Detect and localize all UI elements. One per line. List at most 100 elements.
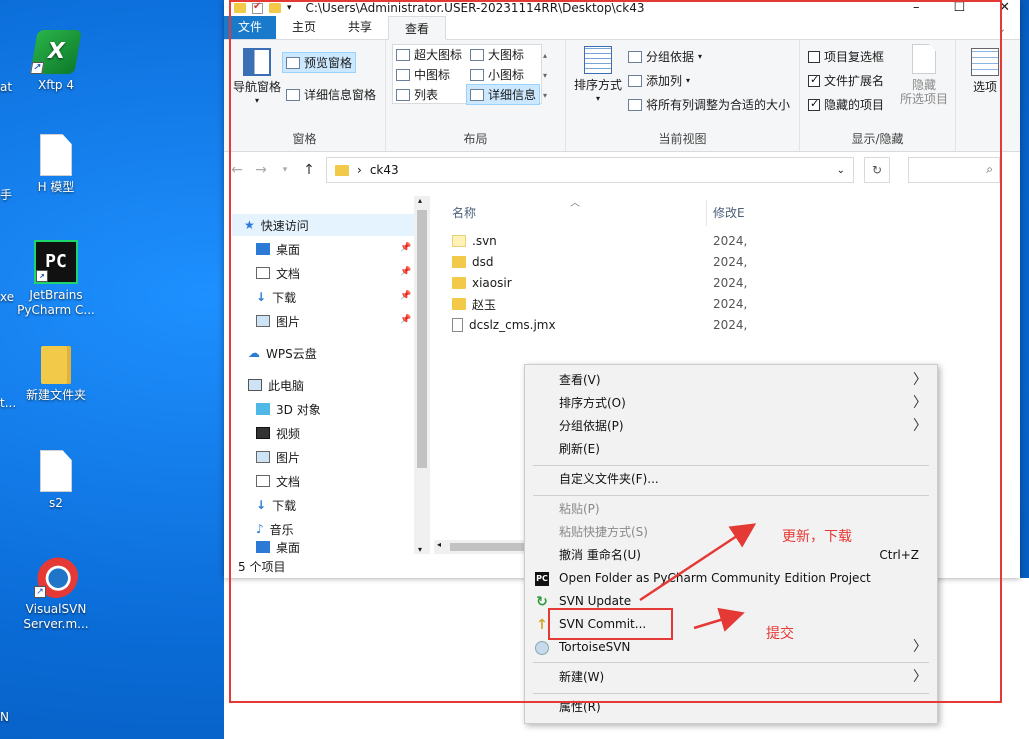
item-checkboxes-toggle[interactable]: 项目复选框: [808, 48, 884, 65]
desktop-icon-xftp[interactable]: X ↗ Xftp 4: [16, 30, 96, 93]
tab-home[interactable]: 主页: [276, 15, 332, 39]
column-separator[interactable]: [706, 200, 707, 226]
nav-desktop-pc[interactable]: 桌面: [256, 540, 300, 554]
layout-medium-icons[interactable]: 中图标: [396, 66, 450, 83]
pycharm-icon: PC ↗: [34, 240, 78, 284]
menu-item-properties[interactable]: 属性(R): [525, 696, 937, 719]
nav-this-pc[interactable]: 此电脑: [248, 374, 304, 396]
layout-gallery-scroll[interactable]: ▴ ▾ ▾: [543, 46, 547, 106]
forward-arrow-icon[interactable]: →: [254, 162, 268, 178]
menu-item-paste[interactable]: 粘贴(P): [525, 498, 937, 521]
address-field[interactable]: › ck43 ⌄: [326, 157, 854, 183]
file-row[interactable]: xiaosir: [452, 273, 512, 293]
layout-details[interactable]: 详细信息: [466, 84, 541, 105]
group-by-button[interactable]: 分组依据 ▾: [628, 48, 702, 65]
layout-small-icons[interactable]: 小图标: [470, 66, 524, 83]
nav-desktop[interactable]: 桌面: [256, 238, 300, 260]
menu-item-sort-by[interactable]: 排序方式(O) 〉: [525, 392, 937, 415]
nav-quick-access[interactable]: ★ 快速访问: [232, 214, 414, 236]
properties-icon[interactable]: [252, 1, 263, 14]
recent-locations-chevron-icon[interactable]: ▾: [278, 165, 292, 175]
fit-columns-button[interactable]: 将所有列调整为合适的大小: [628, 96, 790, 113]
sort-by-button[interactable]: 排序方式 ▾: [570, 46, 626, 106]
desktop-icon-s2[interactable]: s2: [16, 450, 96, 511]
tab-share[interactable]: 共享: [332, 15, 388, 39]
breadcrumb-current-folder[interactable]: ck43: [370, 163, 399, 177]
layout-large-icons[interactable]: 大图标: [470, 46, 524, 63]
desktop-icon-visualsvn[interactable]: ↗ VisualSVN Server.m...: [16, 554, 96, 632]
pin-icon[interactable]: 📌: [400, 267, 411, 277]
tab-file[interactable]: 文件: [224, 15, 277, 39]
column-header-name[interactable]: 名称: [452, 204, 476, 221]
options-button[interactable]: 选项: [962, 48, 1008, 94]
nav-documents-pc[interactable]: 文档: [256, 470, 300, 492]
add-column-button[interactable]: 添加列 ▾: [628, 72, 690, 89]
annotation-commit-label: 提交: [766, 626, 794, 642]
hide-selected-button[interactable]: 隐藏 所选项目: [896, 44, 952, 106]
minimize-icon[interactable]: –: [913, 0, 920, 15]
layout-extra-large-icons[interactable]: 超大图标: [396, 46, 462, 63]
nav-downloads[interactable]: ↓ 下载: [256, 286, 296, 308]
file-row[interactable]: dsd: [452, 252, 494, 272]
details-pane-button[interactable]: 详细信息窗格: [286, 86, 376, 103]
nav-pictures[interactable]: 图片: [256, 310, 300, 332]
scrollbar-thumb[interactable]: [417, 210, 427, 468]
menu-item-refresh[interactable]: 刷新(E): [525, 438, 937, 461]
scroll-left-icon[interactable]: ◂: [437, 540, 441, 549]
tab-view[interactable]: 查看: [388, 16, 447, 40]
menu-item-undo-rename[interactable]: 撤消 重命名(U) Ctrl+Z: [525, 544, 937, 567]
menu-item-svn-update[interactable]: ↻ SVN Update: [525, 590, 937, 613]
nav-pictures-pc[interactable]: 图片: [256, 446, 300, 468]
pin-icon[interactable]: 📌: [400, 291, 411, 301]
menu-item-new[interactable]: 新建(W) 〉: [525, 666, 937, 689]
column-header-modified[interactable]: 修改E: [713, 204, 745, 221]
nav-videos[interactable]: 视频: [256, 422, 300, 444]
desktop-icon-h-model[interactable]: H 模型: [16, 134, 96, 195]
nav-downloads-pc[interactable]: ↓ 下载: [256, 494, 296, 516]
back-arrow-icon[interactable]: ←: [230, 162, 244, 178]
scrollbar-thumb[interactable]: [450, 543, 530, 551]
nav-music[interactable]: ♪ 音乐: [256, 518, 294, 540]
file-extensions-toggle[interactable]: 文件扩展名: [808, 72, 884, 89]
menu-item-open-pycharm-project[interactable]: PC Open Folder as PyCharm Community Editi…: [525, 567, 937, 590]
menu-item-view[interactable]: 查看(V) 〉: [525, 369, 937, 392]
navigation-pane: ★ 快速访问 桌面 📌 文档 📌 ↓ 下载 📌 图片 📌 ☁ WPS云盘 此电脑 3…: [224, 192, 430, 554]
nav-wps-cloud[interactable]: ☁ WPS云盘: [248, 342, 317, 364]
preview-pane-button[interactable]: 预览窗格: [282, 52, 357, 73]
new-folder-icon[interactable]: [269, 3, 281, 13]
file-row[interactable]: 赵玉: [452, 294, 496, 314]
file-row[interactable]: dcslz_cms.jmx: [452, 315, 556, 335]
search-input[interactable]: ⌕: [908, 157, 1000, 183]
scroll-down-icon[interactable]: ▾: [418, 545, 422, 554]
star-icon: ★: [244, 218, 255, 232]
navigation-pane-button[interactable]: 导航窗格 ▾: [228, 48, 286, 108]
folder-icon[interactable]: [234, 3, 246, 13]
maximize-icon[interactable]: ☐: [953, 0, 965, 15]
close-icon[interactable]: ✕: [999, 0, 1010, 15]
ribbon-collapse-chevron-icon[interactable]: ⌄: [998, 24, 1006, 35]
pin-icon[interactable]: 📌: [400, 315, 411, 325]
refresh-button[interactable]: ↻: [864, 157, 890, 183]
file-row[interactable]: .svn: [452, 231, 497, 251]
folder-icon: [452, 235, 466, 247]
desktop-icon-new-folder[interactable]: 新建文件夹: [16, 346, 96, 403]
nav-documents[interactable]: 文档: [256, 262, 300, 284]
chevron-right-icon: 〉: [913, 372, 927, 388]
menu-item-svn-commit[interactable]: ↑ SVN Commit...: [525, 613, 937, 636]
pin-icon[interactable]: 📌: [400, 243, 411, 253]
layout-list[interactable]: 列表: [396, 86, 438, 103]
menu-item-paste-shortcut[interactable]: 粘贴快捷方式(S): [525, 521, 937, 544]
menu-item-tortoisesvn[interactable]: TortoiseSVN 〉: [525, 636, 937, 659]
nav-3d-objects[interactable]: 3D 对象: [256, 398, 321, 420]
folder-icon: [335, 164, 349, 176]
breadcrumb-separator: ›: [357, 163, 362, 177]
scroll-up-icon[interactable]: ▴: [418, 196, 422, 205]
menu-item-customize-folder[interactable]: 自定义文件夹(F)...: [525, 468, 937, 491]
desktop-icon-pycharm[interactable]: PC ↗ JetBrains PyCharm C...: [16, 240, 96, 318]
up-arrow-icon[interactable]: ↑: [302, 162, 316, 178]
hidden-items-toggle[interactable]: 隐藏的项目: [808, 96, 884, 113]
address-dropdown-chevron-icon[interactable]: ⌄: [837, 165, 845, 176]
menu-item-group-by[interactable]: 分组依据(P) 〉: [525, 415, 937, 438]
navigation-pane-scrollbar[interactable]: ▴ ▾: [414, 196, 430, 554]
chevron-down-icon[interactable]: ▾: [287, 3, 292, 13]
